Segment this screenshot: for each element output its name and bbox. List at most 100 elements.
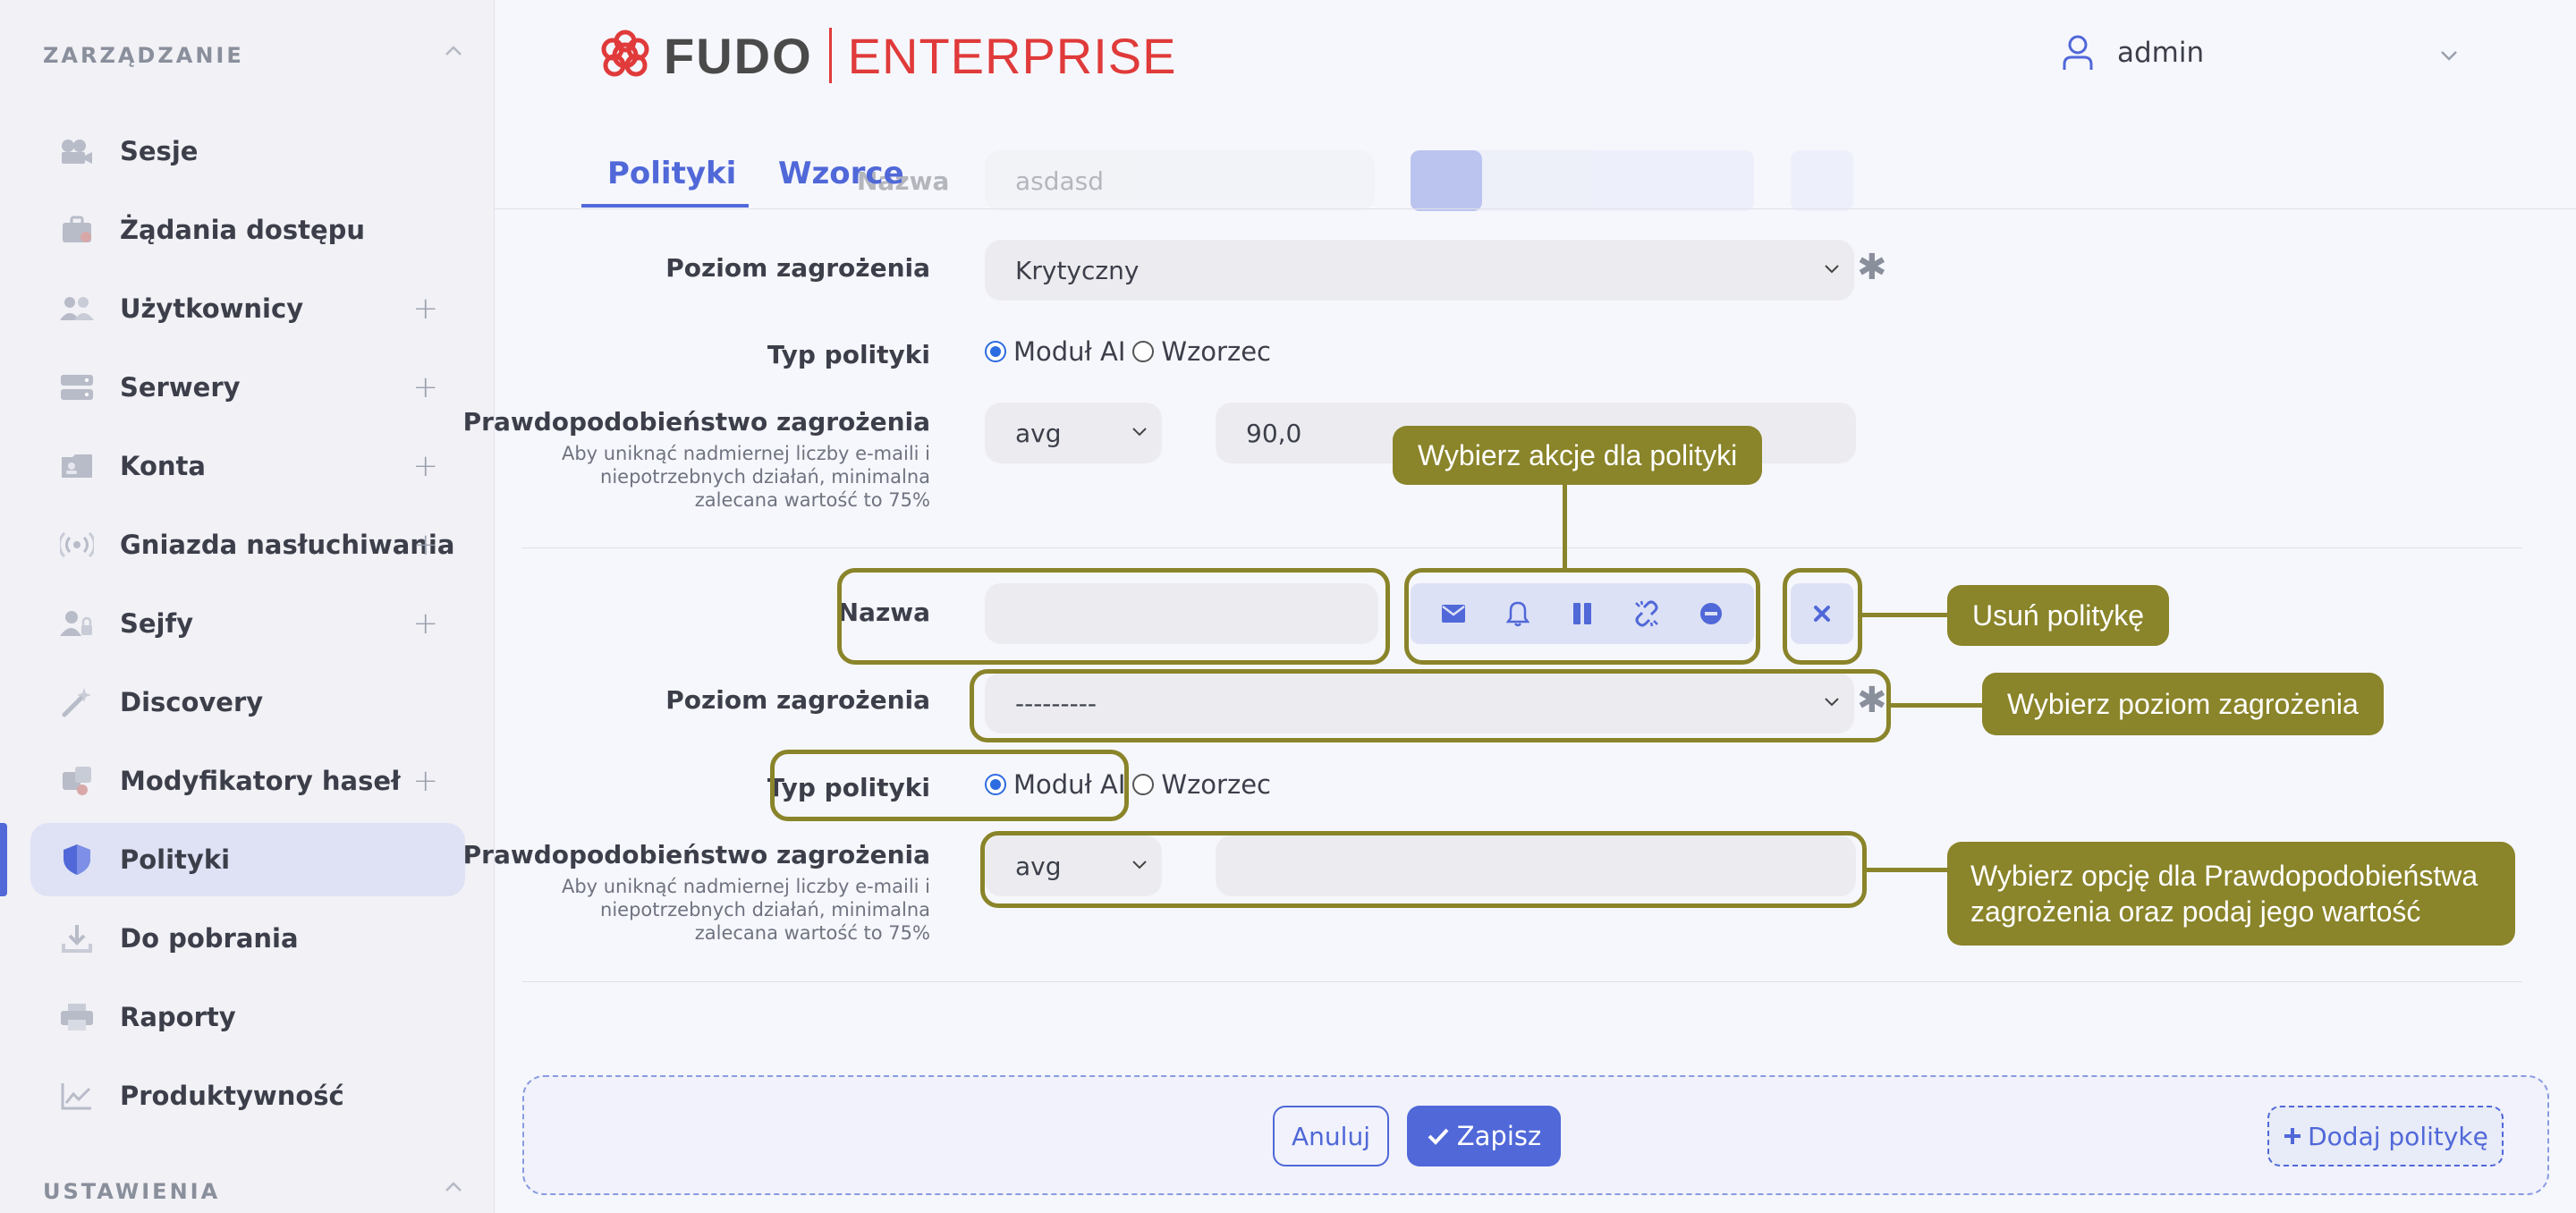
ghost-action-group [1411, 150, 1754, 211]
section-header-settings[interactable]: USTAWIENIA [43, 1179, 220, 1204]
sidebar-item-sessions[interactable]: Sesje [30, 115, 465, 188]
radio-pattern[interactable] [1132, 774, 1155, 795]
callout-actions: Wybierz akcje dla polityki [1393, 426, 1763, 485]
tab-patterns[interactable]: Wzorce [778, 156, 904, 191]
callout-connector [1891, 703, 1984, 708]
chart-line-icon [59, 1078, 95, 1114]
briefcase-icon [59, 212, 95, 248]
sidebar-item-label: Sejfy [120, 608, 194, 639]
tab-policies[interactable]: Polityki [607, 156, 736, 191]
highlight-delete [1783, 568, 1862, 665]
callout-delete: Usuń politykę [1947, 585, 2170, 646]
expand-plus-icon[interactable]: + [413, 291, 439, 327]
policy-type-label: Typ polityki [767, 340, 930, 369]
add-policy-button[interactable]: Dodaj politykę [2267, 1106, 2504, 1166]
policy-type-radio-group: Moduł AI Wzorzec [985, 336, 1271, 367]
highlight-probability [980, 831, 1867, 908]
policy-separator [521, 981, 2522, 982]
sidebar-item-label: Gniazda nasłuchiwania [120, 530, 455, 560]
callout-connector [1862, 613, 1949, 617]
radio-pattern-label: Wzorzec [1161, 769, 1271, 800]
probability-value: 90,0 [1246, 418, 1302, 448]
sidebar-item-label: Raporty [120, 1002, 236, 1032]
account-card-icon [59, 448, 95, 484]
callout-threat-level: Wybierz poziom zagrożenia [1982, 673, 2384, 735]
highlight-actions [1404, 568, 1760, 665]
sidebar-item-password-modifiers[interactable]: Modyfikatory haseł + [30, 744, 465, 818]
radio-ai-module-label: Moduł AI [1013, 336, 1126, 367]
expand-plus-icon[interactable]: + [413, 606, 439, 641]
required-asterisk-icon: ✱ [1857, 247, 1887, 288]
aggregate-select[interactable]: avg [985, 403, 1162, 463]
radio-ai-module[interactable] [985, 341, 1006, 362]
chevron-down-icon[interactable] [2438, 48, 2460, 63]
active-indicator [0, 823, 7, 896]
sidebar-item-servers[interactable]: Serwery + [30, 351, 465, 424]
threat-level-select[interactable]: Krytyczny [985, 240, 1854, 301]
user-lock-icon [59, 606, 95, 641]
sidebar-item-safes[interactable]: Sejfy + [30, 587, 465, 660]
active-tab-underline [581, 204, 749, 208]
fudo-logo-icon [601, 30, 649, 77]
probability-hint: Aby uniknąć nadmiernej liczby e-maili i … [561, 443, 930, 511]
user-menu[interactable]: admin [2062, 34, 2204, 72]
probability-hint: Aby uniknąć nadmiernej liczby e-maili i … [561, 876, 930, 944]
sidebar-item-users[interactable]: Użytkownicy + [30, 272, 465, 345]
chevron-down-icon [1825, 265, 1839, 274]
fudo-enterprise-logo[interactable]: FUDO ENTERPRISE [597, 27, 1177, 84]
callout-probability: Wybierz opcję dla Prawdopodobieństwa zag… [1947, 842, 2515, 946]
sidebar-item-accounts[interactable]: Konta + [30, 429, 465, 503]
sidebar-item-listeners[interactable]: Gniazda nasłuchiwania + [30, 508, 465, 581]
save-button[interactable]: Zapisz [1407, 1106, 1561, 1166]
server-icon [59, 369, 95, 405]
download-icon [59, 920, 95, 956]
save-button-label: Zapisz [1456, 1121, 1542, 1151]
check-icon [1428, 1128, 1449, 1145]
highlight-name [837, 568, 1390, 665]
sidebar-item-label: Discovery [120, 687, 264, 717]
expand-plus-icon[interactable]: + [413, 448, 439, 484]
callout-connector [1867, 868, 1949, 872]
sidebar-item-reports[interactable]: Raporty [30, 980, 465, 1054]
sidebar-item-downloads[interactable]: Do pobrania [30, 902, 465, 975]
broadcast-icon [59, 527, 95, 563]
sidebar-item-label: Serwery [120, 372, 241, 403]
sidebar: ZARZĄDZANIE Sesje Żądania dostępu Użytko… [0, 0, 495, 1213]
chevron-up-icon[interactable] [444, 1177, 463, 1197]
shield-icon [59, 842, 95, 878]
add-policy-label: Dodaj politykę [2308, 1121, 2488, 1151]
user-name: admin [2117, 37, 2205, 69]
sidebar-item-label: Sesje [120, 136, 199, 166]
policy-separator [521, 547, 2522, 548]
magic-wand-icon [59, 684, 95, 720]
puzzle-icon [59, 763, 95, 799]
cancel-button[interactable]: Anuluj [1273, 1106, 1389, 1166]
sidebar-item-access-requests[interactable]: Żądania dostępu [30, 193, 465, 267]
probability-label: Prawdopodobieństwo zagrożenia [462, 407, 930, 437]
section-header-management[interactable]: ZARZĄDZANIE [43, 43, 244, 68]
sidebar-item-policies[interactable]: Polityki [30, 823, 465, 896]
expand-plus-icon[interactable]: + [413, 369, 439, 405]
camera-icon [59, 133, 95, 169]
chevron-up-icon[interactable] [444, 41, 463, 61]
threat-level-label: Poziom zagrożenia [665, 253, 930, 283]
radio-pattern-label: Wzorzec [1161, 336, 1271, 367]
tabs-divider [495, 208, 2576, 209]
user-icon [2063, 35, 2093, 70]
expand-plus-icon[interactable]: + [413, 527, 439, 563]
plus-icon [2284, 1128, 2301, 1144]
sidebar-item-productivity[interactable]: Produktywność [30, 1059, 465, 1132]
ghost-delete-button [1791, 150, 1853, 211]
sidebar-item-discovery[interactable]: Discovery [30, 666, 465, 739]
users-icon [59, 291, 95, 327]
aggregate-value: avg [1015, 418, 1062, 448]
sidebar-item-label: Żądania dostępu [120, 215, 366, 245]
logo-enterprise-text: ENTERPRISE [847, 27, 1177, 84]
radio-pattern[interactable] [1132, 341, 1155, 362]
callout-connector [1563, 483, 1567, 571]
expand-plus-icon[interactable]: + [413, 763, 439, 799]
sidebar-item-label: Polityki [120, 844, 231, 875]
sidebar-item-label: Do pobrania [120, 923, 299, 954]
chevron-down-icon [1132, 428, 1147, 437]
threat-level-value: Krytyczny [1015, 255, 1140, 285]
